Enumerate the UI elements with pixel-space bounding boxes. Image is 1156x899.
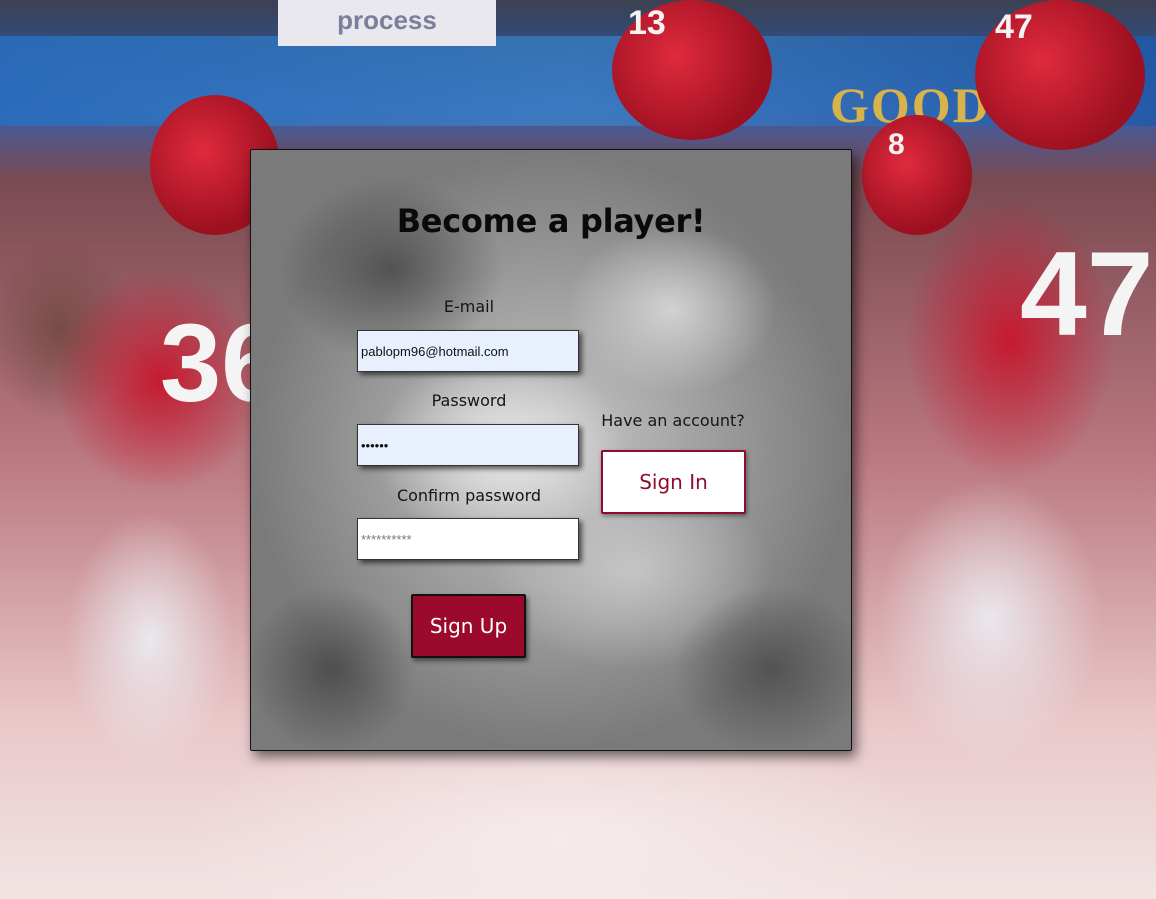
jersey-number: 47 — [1020, 227, 1154, 361]
sign-up-button[interactable]: Sign Up — [411, 594, 526, 658]
have-account-text: Have an account? — [601, 411, 745, 430]
jersey-number: 13 — [628, 4, 666, 42]
confirm-password-field[interactable] — [357, 518, 579, 560]
signup-panel: Become a player! E-mail Password Confirm… — [250, 149, 852, 751]
page-title: Become a player! — [396, 202, 706, 240]
player-helmet — [862, 115, 972, 235]
email-field[interactable] — [357, 330, 579, 372]
password-label: Password — [431, 391, 507, 410]
email-label: E-mail — [443, 297, 495, 316]
jersey-number: 8 — [888, 128, 905, 161]
jersey-number: 47 — [995, 8, 1033, 46]
password-field[interactable] — [357, 424, 579, 466]
confirm-password-label: Confirm password — [396, 486, 542, 505]
sign-in-button[interactable]: Sign In — [601, 450, 746, 514]
sponsor-sign: process — [278, 0, 496, 46]
